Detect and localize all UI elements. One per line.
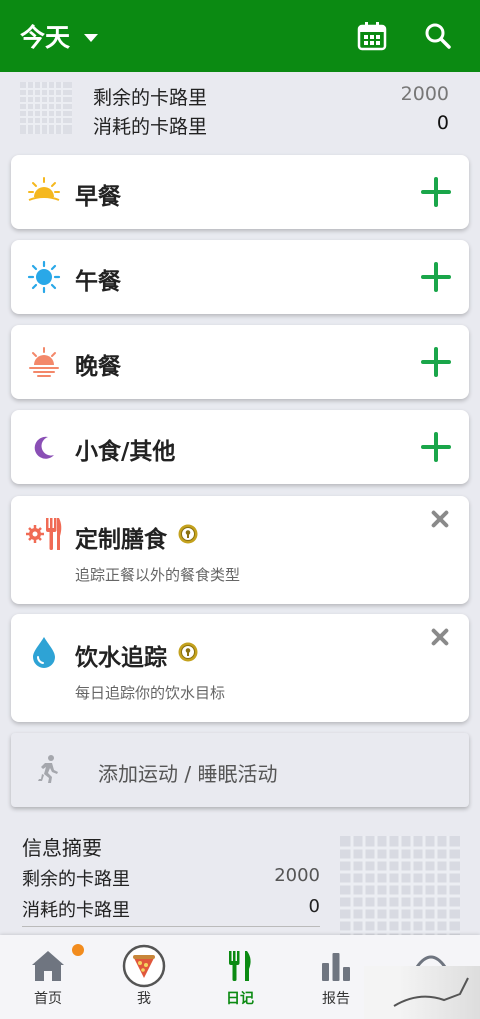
profile-avatar-icon [122, 944, 166, 988]
promo-description: 追踪正餐以外的餐食类型 [75, 566, 241, 584]
overlay-shape [393, 977, 469, 1007]
info-burned-value: 0 [308, 896, 320, 917]
divider [22, 926, 320, 927]
nav-diary[interactable]: 日记 [192, 935, 288, 1019]
summary-grid-icon [20, 82, 72, 134]
notification-dot [72, 944, 84, 956]
add-exercise-label: 添加运动 / 睡眠活动 [98, 762, 278, 786]
water-tracking-card[interactable]: 饮水追踪 每日追踪你的饮水目标 [11, 614, 469, 722]
promo-label: 饮水追踪 [75, 645, 167, 671]
search-icon[interactable] [416, 14, 460, 58]
nav-label: 首页 [34, 991, 62, 1007]
dismiss-water-tracking-icon[interactable] [429, 626, 451, 648]
fork-knife-icon [229, 951, 251, 981]
custom-meals-card[interactable]: 定制膳食 追踪正餐以外的餐食类型 [11, 496, 469, 604]
meal-label: 小食/其他 [75, 439, 176, 465]
sunset-icon [29, 347, 59, 377]
sunrise-icon [28, 177, 60, 201]
home-icon [32, 951, 64, 981]
water-drop-icon [33, 637, 55, 668]
add-breakfast-icon[interactable] [421, 177, 451, 207]
add-dinner-icon[interactable] [421, 347, 451, 377]
burned-calories-value: 0 [436, 112, 449, 134]
burned-calories-label: 消耗的卡路里 [93, 116, 208, 138]
meal-label: 午餐 [75, 269, 121, 295]
bar-chart-icon [322, 953, 350, 981]
nav-me[interactable]: 我 [96, 935, 192, 1019]
remaining-calories-label: 剩余的卡路里 [93, 87, 208, 109]
floating-overlay [364, 966, 480, 1019]
premium-lock-icon [178, 642, 198, 662]
meal-card-lunch[interactable]: 午餐 [11, 240, 469, 314]
meal-label: 早餐 [75, 184, 121, 210]
top-app-bar: 今天 [0, 0, 480, 72]
nav-label: 日记 [226, 991, 254, 1007]
date-selector-label[interactable]: 今天 [20, 18, 70, 54]
custom-meal-icon [26, 518, 62, 550]
moon-icon [34, 436, 54, 459]
meal-card-snacks[interactable]: 小食/其他 [11, 410, 469, 484]
sun-icon [27, 260, 61, 294]
calendar-icon[interactable] [350, 14, 394, 58]
summary-grid-icon [340, 836, 460, 938]
add-lunch-icon[interactable] [421, 262, 451, 292]
info-summary-title: 信息摘要 [22, 836, 102, 860]
meal-card-dinner[interactable]: 晚餐 [11, 325, 469, 399]
running-person-icon [38, 755, 58, 783]
remaining-calories-value: 2000 [400, 83, 449, 105]
nav-label: 我 [137, 991, 151, 1007]
info-remaining-value: 2000 [274, 865, 320, 886]
nav-home[interactable]: 首页 [0, 935, 96, 1019]
add-exercise-button[interactable]: 添加运动 / 睡眠活动 [11, 733, 469, 807]
calorie-summary-top: 剩余的卡路里 2000 消耗的卡路里 0 [0, 72, 480, 142]
info-remaining-label: 剩余的卡路里 [22, 869, 130, 890]
dismiss-custom-meals-icon[interactable] [429, 508, 451, 530]
info-burned-label: 消耗的卡路里 [22, 900, 130, 921]
meal-card-breakfast[interactable]: 早餐 [11, 155, 469, 229]
add-snack-icon[interactable] [421, 432, 451, 462]
premium-lock-icon [178, 524, 198, 544]
chevron-down-icon[interactable] [84, 34, 99, 42]
promo-label: 定制膳食 [75, 527, 167, 553]
meal-label: 晚餐 [75, 354, 121, 380]
promo-description: 每日追踪你的饮水目标 [75, 684, 226, 702]
info-summary: 信息摘要 剩余的卡路里 2000 消耗的卡路里 0 [0, 828, 480, 938]
